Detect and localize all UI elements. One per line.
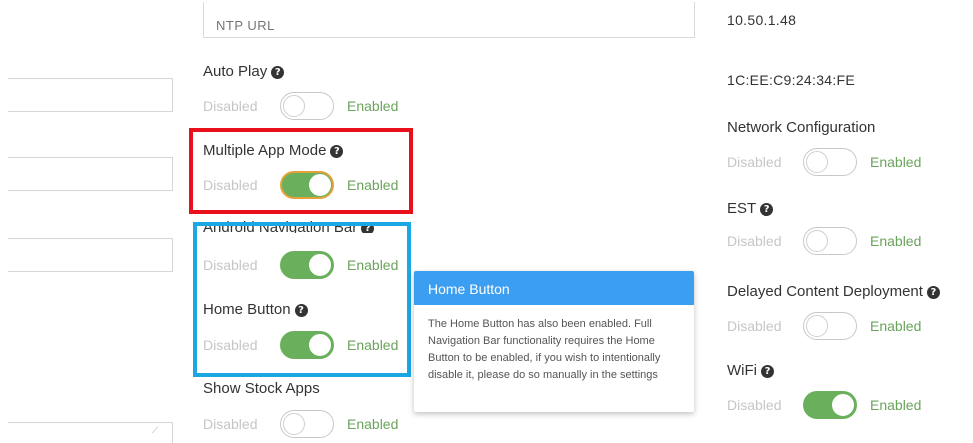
delayed-content-deployment-toggle-row: Disabled Enabled (727, 312, 937, 342)
network-configuration-label: Network Configuration (727, 119, 876, 136)
wifi-toggle-row: Disabled Enabled (727, 391, 937, 421)
auto-play-toggle-row: Disabled Enabled (203, 92, 413, 122)
network-configuration-toggle[interactable] (803, 148, 857, 176)
resize-handle-icon[interactable]: ⟋ (152, 425, 158, 436)
toggle-disabled-label: Disabled (727, 397, 782, 413)
toggle-knob (283, 95, 305, 117)
ntp-url-input[interactable] (203, 2, 695, 38)
ip-address-value: 10.50.1.48 (727, 12, 797, 28)
toggle-disabled-label: Disabled (727, 154, 782, 170)
auto-play-label: Auto Play? (203, 63, 285, 80)
toggle-enabled-label: Enabled (870, 233, 922, 249)
toggle-knob (806, 151, 828, 173)
toggle-enabled-label: Enabled (347, 416, 399, 432)
toggle-enabled-label: Enabled (870, 397, 922, 413)
wifi-label: WiFi? (727, 362, 774, 379)
help-icon[interactable]: ? (761, 365, 774, 378)
est-label-text: EST (727, 200, 757, 217)
delayed-content-deployment-toggle[interactable] (803, 312, 857, 340)
left-input-field-2[interactable] (8, 157, 173, 191)
help-icon[interactable]: ? (926, 286, 940, 299)
delayed-content-deployment-label-text: Delayed Content Deployment (727, 283, 923, 300)
mac-address-value: 1C:EE:C9:24:34:FE (727, 72, 856, 88)
left-input-field-1[interactable] (8, 78, 173, 112)
wifi-toggle[interactable] (803, 391, 857, 419)
tooltip-body: The Home Button has also been enabled. F… (428, 318, 661, 381)
toggle-disabled-label: Disabled (203, 98, 258, 114)
red-highlight-box (189, 128, 413, 214)
est-toggle[interactable] (803, 227, 857, 255)
help-icon[interactable]: ? (760, 203, 774, 216)
show-stock-apps-toggle[interactable] (280, 410, 334, 438)
show-stock-apps-toggle-row: Disabled Enabled (203, 410, 413, 440)
est-toggle-row: Disabled Enabled (727, 227, 937, 257)
show-stock-apps-label: Show Stock Apps (203, 380, 320, 397)
tooltip-title: Home Button (414, 271, 694, 305)
toggle-disabled-label: Disabled (203, 416, 258, 432)
toggle-enabled-label: Enabled (347, 98, 399, 114)
toggle-knob (806, 315, 828, 337)
toggle-knob (806, 230, 828, 252)
help-icon[interactable]: ? (271, 66, 285, 79)
auto-play-toggle[interactable] (280, 92, 334, 120)
network-configuration-toggle-row: Disabled Enabled (727, 148, 937, 178)
est-label: EST? (727, 200, 774, 217)
blue-highlight-box (193, 222, 411, 377)
toggle-knob (832, 394, 854, 416)
toggle-enabled-label: Enabled (870, 154, 922, 170)
toggle-disabled-label: Disabled (727, 318, 782, 334)
home-button-tooltip: Home Button The Home Button has also bee… (414, 271, 694, 412)
toggle-enabled-label: Enabled (870, 318, 922, 334)
toggle-knob (283, 413, 305, 435)
left-input-field-3[interactable] (8, 238, 173, 272)
delayed-content-deployment-label: Delayed Content Deployment? (727, 283, 940, 300)
wifi-label-text: WiFi (727, 362, 757, 379)
toggle-disabled-label: Disabled (727, 233, 782, 249)
left-input-field-4[interactable] (8, 422, 173, 443)
auto-play-label-text: Auto Play (203, 63, 268, 80)
